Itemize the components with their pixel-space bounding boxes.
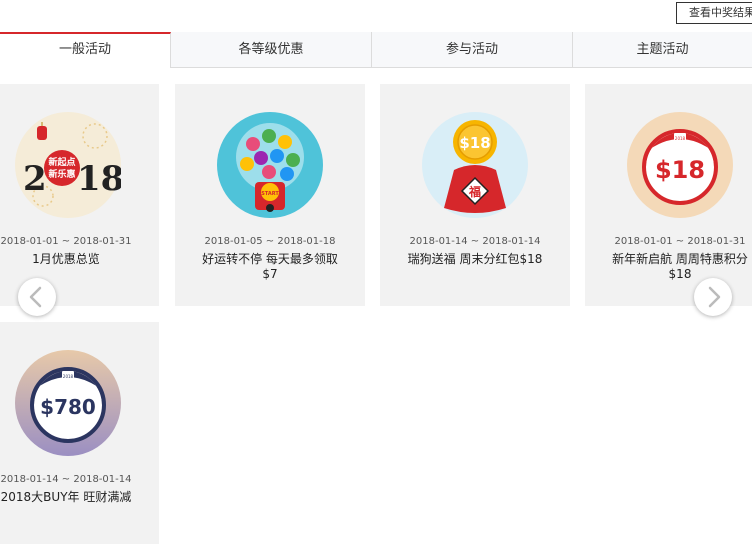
calendar-year: 2018 xyxy=(63,374,74,379)
gumball-machine-icon: START xyxy=(217,112,323,218)
tab-general-activities[interactable]: 一般活动 xyxy=(0,32,171,68)
calendar-coupon-icon: 2018 $780 xyxy=(15,350,121,456)
badge-line2: 新乐惠 xyxy=(48,168,75,180)
tab-join-activities[interactable]: 参与活动 xyxy=(372,32,573,67)
activity-card[interactable]: 2018 $780 2018-01-14 ~ 2018-01-14 2018大B… xyxy=(0,322,159,544)
coupon-amount: $18 xyxy=(655,156,705,184)
activity-card[interactable]: $18 福 2018-01-14 ~ 2018-01-14 瑞狗送福 周末分红包… xyxy=(380,84,570,306)
card-title: 好运转不停 每天最多领取$7 xyxy=(202,252,338,281)
activity-card[interactable]: 2 18 新起点 新乐惠 2018-01-01 ~ 2018-01-31 1月优… xyxy=(0,84,159,306)
bag-character: 福 xyxy=(468,184,481,199)
coupon-amount: $780 xyxy=(40,395,96,419)
coin-amount: $18 xyxy=(459,134,490,152)
tab-level-offers[interactable]: 各等级优惠 xyxy=(171,32,372,67)
svg-text:18: 18 xyxy=(77,159,121,199)
tab-bar: 一般活动 各等级优惠 参与活动 主题活动 xyxy=(0,32,752,68)
view-results-button[interactable]: 查看中奖结果 xyxy=(676,2,752,24)
card-date: 2018-01-14 ~ 2018-01-14 xyxy=(0,474,132,485)
activity-card[interactable]: 2018 $18 2018-01-01 ~ 2018-01-31 新年新启航 周… xyxy=(585,84,752,306)
card-date: 2018-01-05 ~ 2018-01-18 xyxy=(204,236,336,247)
calendar-coupon-icon: 2018 $18 xyxy=(627,112,733,218)
badge-line1: 新起点 xyxy=(48,156,75,168)
chevron-left-icon[interactable] xyxy=(18,278,56,316)
card-date: 2018-01-14 ~ 2018-01-14 xyxy=(409,236,541,247)
red-envelope-bag-icon: $18 福 xyxy=(422,112,528,218)
card-title: 1月优惠总览 xyxy=(32,252,100,266)
chevron-right-icon[interactable] xyxy=(694,278,732,316)
card-date: 2018-01-01 ~ 2018-01-31 xyxy=(614,236,746,247)
activity-card[interactable]: START 2018-01-05 ~ 2018-01-18 好运转不停 每天最多… xyxy=(175,84,365,306)
calendar-year: 2018 xyxy=(675,136,686,141)
card-date: 2018-01-01 ~ 2018-01-31 xyxy=(0,236,132,247)
card-title: 2018大BUY年 旺财满减 xyxy=(0,490,132,504)
card-title: 瑞狗送福 周末分红包$18 xyxy=(407,252,543,266)
svg-text:2: 2 xyxy=(23,159,47,199)
card-image-2018: 2 18 新起点 新乐惠 xyxy=(15,112,121,218)
tab-theme-activities[interactable]: 主题活动 xyxy=(573,32,752,67)
start-label: START xyxy=(261,191,279,197)
